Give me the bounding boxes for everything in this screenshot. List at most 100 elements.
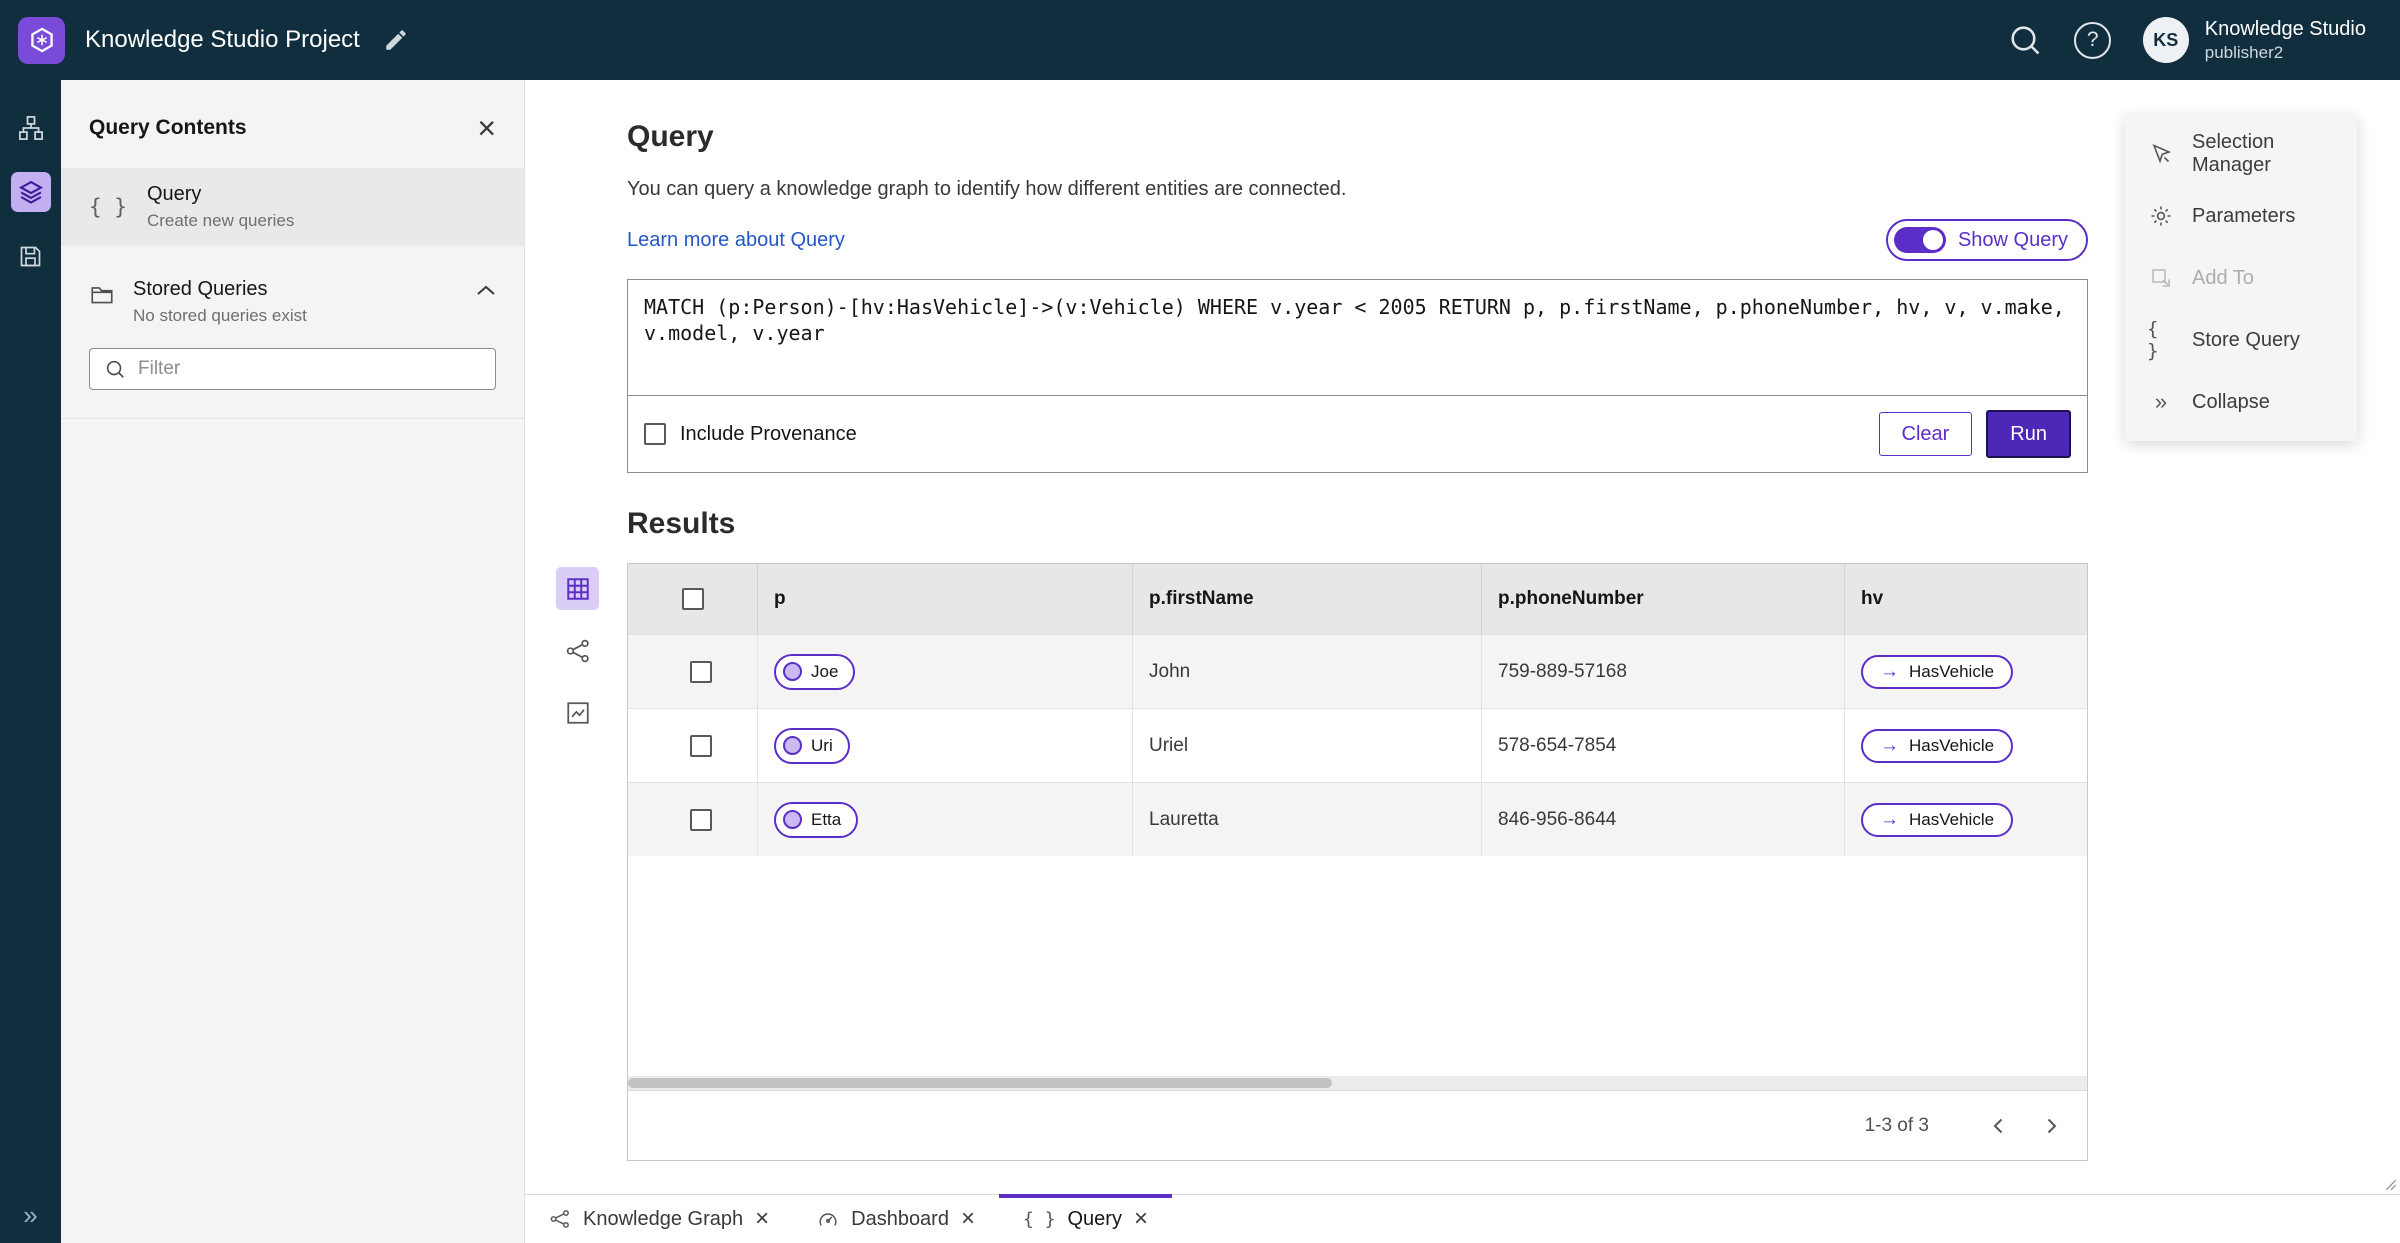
search-icon xyxy=(2007,22,2043,58)
show-query-toggle[interactable]: Show Query xyxy=(1885,219,2088,261)
row-checkbox[interactable] xyxy=(689,808,712,831)
graph-view-button[interactable] xyxy=(556,629,599,672)
edge-label: HasVehicle xyxy=(1909,809,1995,829)
braces-icon: { } xyxy=(1022,1208,1056,1230)
user-role: publisher2 xyxy=(2204,42,2284,62)
filter-box xyxy=(89,348,496,390)
include-provenance-checkbox[interactable] xyxy=(644,423,666,445)
node-label: Joe xyxy=(811,661,839,681)
results-area: p p.firstName p.phoneNumber hv Joe John … xyxy=(556,563,2088,1161)
edit-title-icon[interactable] xyxy=(378,22,414,58)
avatar[interactable]: KS xyxy=(2142,17,2189,63)
row-checkbox[interactable] xyxy=(689,734,712,757)
collapse-item[interactable]: » Collapse xyxy=(2125,371,2357,433)
cell-firstname: Uriel xyxy=(1149,734,1189,756)
cell-phone: 846-956-8644 xyxy=(1498,808,1617,830)
menu-item-label: Store Query xyxy=(2192,328,2300,351)
selection-manager-item[interactable]: Selection Manager xyxy=(2125,123,2357,185)
menu-item-label: Add To xyxy=(2192,266,2254,289)
table-row: Etta Lauretta 846-956-8644 → HasVehicle xyxy=(628,782,2087,856)
tab-close-icon[interactable]: × xyxy=(755,1207,769,1231)
learn-more-link[interactable]: Learn more about Query xyxy=(627,229,845,252)
row-checkbox[interactable] xyxy=(689,660,712,683)
header-checkbox-cell xyxy=(628,564,758,634)
results-heading: Results xyxy=(627,507,736,540)
search-button[interactable] xyxy=(2003,18,2047,62)
scrollbar-thumb[interactable] xyxy=(628,1078,1332,1088)
horizontal-scrollbar[interactable] xyxy=(628,1076,2087,1090)
stored-queries-title: Stored Queries xyxy=(133,278,268,300)
sidebar-close-icon[interactable]: × xyxy=(477,112,496,144)
cell-phone: 759-889-57168 xyxy=(1498,660,1627,682)
braces-icon: { } xyxy=(2147,318,2159,362)
parameters-item[interactable]: Parameters xyxy=(2125,185,2357,247)
app-root: Knowledge Studio Project ? KS Knowledge … xyxy=(0,0,2400,1243)
column-header-p[interactable]: p xyxy=(758,564,1133,634)
tab-close-icon[interactable]: × xyxy=(961,1207,975,1231)
next-page-button[interactable] xyxy=(2029,1104,2073,1148)
chevron-up-icon[interactable] xyxy=(476,284,496,296)
query-description: You can query a knowledge graph to ident… xyxy=(627,178,1347,200)
edge-pill[interactable]: → HasVehicle xyxy=(1861,654,2014,689)
menu-item-label: Collapse xyxy=(2192,390,2270,413)
rail-save-button[interactable] xyxy=(11,236,51,276)
query-actions-menu: Selection Manager Parameters Add To { } … xyxy=(2125,115,2357,441)
column-header-firstname[interactable]: p.firstName xyxy=(1133,564,1482,634)
tab-label: Dashboard xyxy=(851,1207,949,1230)
clear-button[interactable]: Clear xyxy=(1878,412,1973,456)
chart-view-button[interactable] xyxy=(556,691,599,734)
query-item-title: Query xyxy=(146,183,202,205)
column-header-hv[interactable]: hv xyxy=(1845,564,2087,634)
arrow-right-icon: → xyxy=(1880,661,1899,682)
link-row: Learn more about Query Show Query xyxy=(627,219,2088,261)
tab-close-icon[interactable]: × xyxy=(1134,1207,1148,1231)
column-header-phone[interactable]: p.phoneNumber xyxy=(1482,564,1845,634)
store-query-item[interactable]: { } Store Query xyxy=(2125,309,2357,371)
edge-pill[interactable]: → HasVehicle xyxy=(1861,728,2014,763)
table-icon xyxy=(565,576,591,602)
hierarchy-icon xyxy=(17,114,45,142)
tab-dashboard[interactable]: Dashboard × xyxy=(793,1195,999,1243)
previous-page-button[interactable] xyxy=(1977,1104,2021,1148)
user-name: Knowledge Studio xyxy=(2204,17,2366,40)
tab-query[interactable]: { } Query × xyxy=(998,1194,1172,1243)
stored-queries-subtitle: No stored queries exist xyxy=(133,306,307,325)
dashboard-icon xyxy=(817,1208,839,1230)
bottom-tabbar: Knowledge Graph × Dashboard × { } Query … xyxy=(525,1194,2400,1243)
table-body: Joe John 759-889-57168 → HasVehicle Uri … xyxy=(628,634,2087,856)
table-view-button[interactable] xyxy=(556,567,599,610)
menu-item-label: Parameters xyxy=(2192,204,2296,227)
table-empty-area xyxy=(628,856,2087,1076)
node-pill[interactable]: Uri xyxy=(774,727,850,764)
query-text-editor[interactable]: MATCH (p:Person)-[hv:HasVehicle]->(v:Veh… xyxy=(628,280,2087,396)
filter-search-icon xyxy=(104,358,126,380)
run-button[interactable]: Run xyxy=(1986,410,2071,458)
node-pill[interactable]: Etta xyxy=(774,801,859,838)
filter-input[interactable] xyxy=(138,358,481,380)
selection-cursor-icon xyxy=(2147,142,2175,166)
stored-queries-section[interactable]: Stored Queries No stored queries exist xyxy=(61,268,524,344)
select-all-checkbox[interactable] xyxy=(681,588,704,610)
sidebar-item-query[interactable]: { } Query Create new queries xyxy=(61,168,524,246)
node-icon xyxy=(783,662,802,681)
help-button[interactable]: ? xyxy=(2071,18,2115,62)
edge-pill[interactable]: → HasVehicle xyxy=(1861,802,2014,837)
include-provenance-label: Include Provenance xyxy=(680,422,857,445)
tab-knowledge-graph[interactable]: Knowledge Graph × xyxy=(525,1195,793,1243)
show-query-label: Show Query xyxy=(1957,228,2068,251)
sidebar-query-contents: Query Contents × { } Query Create new qu… xyxy=(61,80,525,1243)
chevron-left-icon xyxy=(1987,1114,2011,1138)
edge-label: HasVehicle xyxy=(1909,661,1995,681)
knowledge-graph-icon xyxy=(549,1208,571,1230)
node-icon xyxy=(783,736,802,755)
sidebar-title: Query Contents xyxy=(89,116,247,139)
rail-hierarchy-button[interactable] xyxy=(11,108,51,148)
resize-handle-icon[interactable] xyxy=(2385,1179,2397,1191)
user-block[interactable]: Knowledge Studio publisher2 xyxy=(2205,17,2366,63)
rail-layers-button[interactable] xyxy=(10,172,51,212)
tab-label: Knowledge Graph xyxy=(583,1207,744,1230)
node-pill[interactable]: Joe xyxy=(774,653,856,690)
menu-item-label: Selection Manager xyxy=(2192,131,2275,176)
pagination-bar: 1-3 of 3 xyxy=(628,1090,2087,1160)
rail-expand-button[interactable]: » xyxy=(0,1200,61,1231)
